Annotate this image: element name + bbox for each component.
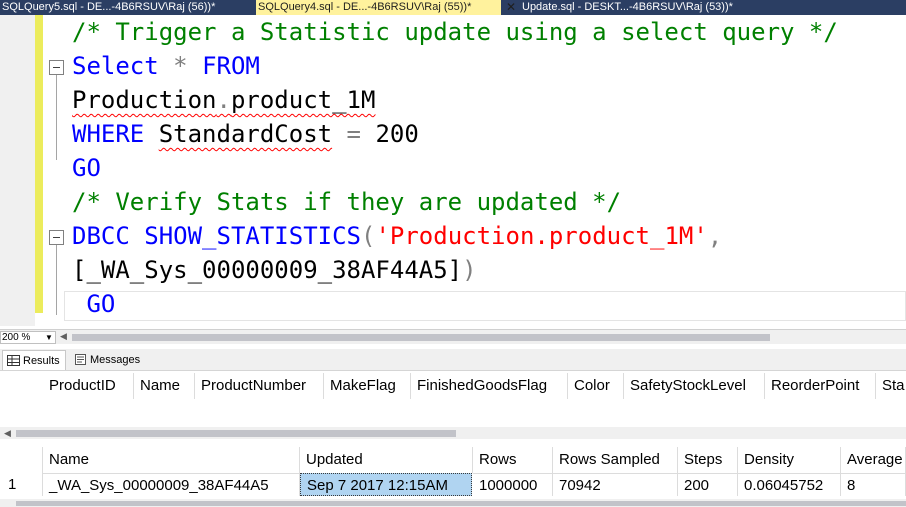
column-header[interactable]: Sta: [876, 373, 906, 399]
grid-cell[interactable]: _WA_Sys_00000009_38AF44A5: [43, 473, 300, 496]
tab-update[interactable]: Update.sql - DESKT...-4B6RSUV\Raj (53))*: [520, 0, 906, 15]
grid-cell[interactable]: 8: [841, 473, 906, 496]
code-token: GO: [72, 154, 101, 182]
code-line[interactable]: GO: [72, 151, 101, 185]
code-token: StandardCost: [158, 120, 333, 148]
code-token: DBCC: [72, 222, 130, 250]
grid-1-hscroll[interactable]: ◀: [0, 427, 906, 439]
code-line[interactable]: Production.product_1M: [72, 83, 375, 117]
code-line[interactable]: DBCC SHOW_STATISTICS('Production.product…: [72, 219, 722, 253]
grid-cell[interactable]: 1000000: [473, 473, 553, 496]
code-token: SHOW_STATISTICS: [144, 222, 361, 250]
column-header[interactable]: Color: [568, 373, 624, 399]
tab-results[interactable]: Results: [2, 350, 66, 370]
code-token: /* Verify Stats if they are updated */: [72, 188, 622, 216]
editor-margin: [0, 15, 35, 326]
code-line[interactable]: Select * FROM: [72, 49, 260, 83]
code-line[interactable]: GO: [72, 287, 115, 321]
code-token: product_1M: [230, 86, 376, 114]
results-tab-bar: Results Messages: [0, 349, 906, 371]
query-editor[interactable]: /* Trigger a Statistic update using a se…: [0, 15, 906, 326]
grid-icon: [7, 355, 20, 366]
document-tab-strip: SQLQuery5.sql - DE...-4B6RSUV\Raj (56))*…: [0, 0, 906, 15]
code-token: 'Production.product_1M': [375, 222, 708, 250]
scroll-left-icon[interactable]: ◀: [4, 427, 11, 439]
column-header[interactable]: Rows: [473, 447, 553, 473]
code-token: =: [346, 120, 361, 148]
row-number[interactable]: 1: [0, 473, 43, 496]
code-line[interactable]: WHERE StandardCost = 200: [72, 117, 419, 151]
messages-icon: [74, 354, 87, 365]
code-token: /* Trigger a Statistic update using a se…: [72, 18, 838, 46]
column-header[interactable]: MakeFlag: [324, 373, 411, 399]
result-grid-2-header: Name Updated Rows Rows Sampled Steps Den…: [43, 447, 906, 473]
code-token: Select: [72, 52, 159, 80]
code-token: (: [361, 222, 376, 250]
result-grid-1-header: ProductID Name ProductNumber MakeFlag Fi…: [43, 373, 906, 399]
grid-cell[interactable]: 0.06045752: [738, 473, 841, 496]
tab-results-label: Results: [23, 355, 60, 367]
chevron-down-icon: ▼: [45, 333, 53, 342]
code-line[interactable]: [_WA_Sys_00000009_38AF44A5]): [72, 253, 477, 287]
grid-1-hscroll-thumb[interactable]: [16, 430, 456, 437]
column-header[interactable]: Updated: [300, 447, 473, 473]
grid-corner: [0, 447, 43, 473]
code-token: .: [216, 86, 231, 114]
grid-cell[interactable]: 70942: [553, 473, 678, 496]
code-token: FROM: [202, 52, 260, 80]
code-token: [_WA_Sys_00000009_38AF44A5]: [72, 256, 463, 284]
column-header[interactable]: Density: [738, 447, 841, 473]
code-token: GO: [72, 290, 116, 318]
column-header[interactable]: FinishedGoodsFlag: [411, 373, 568, 399]
change-tracking-bar: [35, 15, 43, 313]
collapse-icon[interactable]: [49, 60, 64, 75]
grid-2-hscroll[interactable]: [0, 499, 906, 507]
code-token: ,: [707, 222, 723, 250]
code-token: ): [462, 256, 477, 284]
zoom-value: 200 %: [2, 332, 31, 343]
scroll-left-icon[interactable]: ◀: [60, 331, 67, 342]
tab-sqlquery4[interactable]: SQLQuery4.sql - DE...-4B6RSUV\Raj (55))*: [256, 0, 501, 15]
column-header[interactable]: Rows Sampled: [553, 447, 678, 473]
code-line[interactable]: /* Trigger a Statistic update using a se…: [72, 15, 838, 49]
grid-2-hscroll-thumb[interactable]: [16, 501, 906, 506]
code-token: Production: [72, 86, 217, 114]
editor-status-bar: 200 % ▼ ◀: [0, 329, 906, 344]
tab-messages[interactable]: Messages: [70, 350, 146, 370]
result-grid-2: Name Updated Rows Rows Sampled Steps Den…: [0, 447, 906, 497]
close-tab-icon[interactable]: ✕: [504, 0, 518, 15]
code-token: WHERE: [72, 120, 145, 148]
column-header[interactable]: Steps: [678, 447, 738, 473]
code-token: 200: [361, 120, 419, 148]
column-header[interactable]: ProductNumber: [195, 373, 324, 399]
editor-hscroll-thumb[interactable]: [72, 334, 770, 341]
code-token: *: [173, 52, 188, 80]
column-header[interactable]: Name: [134, 373, 195, 399]
collapse-icon[interactable]: [49, 230, 64, 245]
outline-line: [56, 74, 57, 160]
grid-cell-selected[interactable]: Sep 7 2017 12:15AM: [300, 473, 472, 496]
column-header[interactable]: ProductID: [43, 373, 134, 399]
column-header[interactable]: SafetyStockLevel: [624, 373, 765, 399]
tab-messages-label: Messages: [90, 354, 141, 366]
code-line[interactable]: /* Verify Stats if they are updated */: [72, 185, 621, 219]
tab-sqlquery5[interactable]: SQLQuery5.sql - DE...-4B6RSUV\Raj (56))*: [0, 0, 254, 15]
zoom-select[interactable]: 200 % ▼: [0, 331, 56, 344]
column-header[interactable]: Average: [841, 447, 906, 473]
outline-line: [56, 245, 57, 315]
current-line-highlight: [64, 291, 906, 321]
column-header[interactable]: Name: [43, 447, 300, 473]
grid-cell[interactable]: 200: [678, 473, 738, 496]
column-header[interactable]: ReorderPoint: [765, 373, 876, 399]
